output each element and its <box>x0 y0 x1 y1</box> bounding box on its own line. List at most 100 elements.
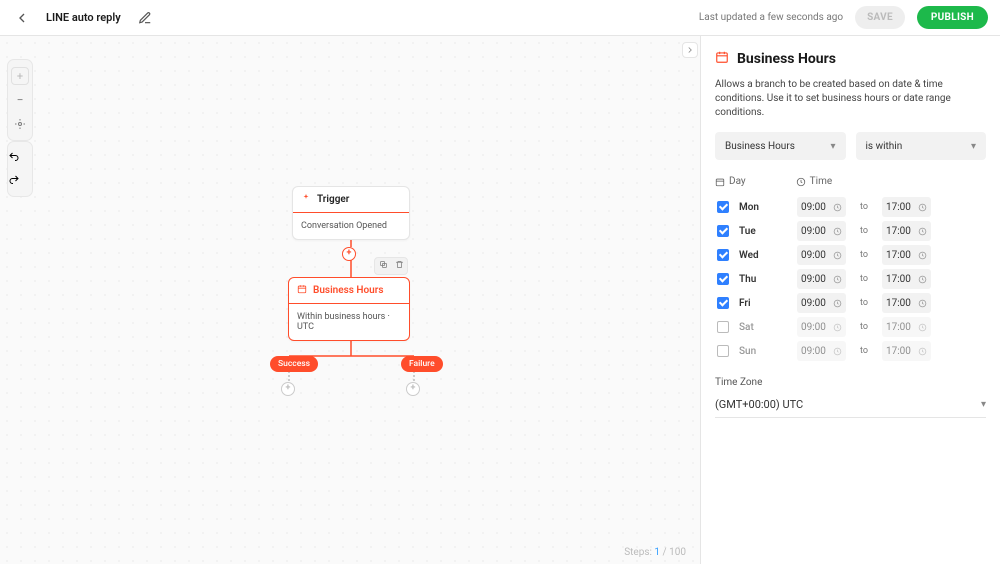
redo-button[interactable] <box>8 171 32 190</box>
calendar-icon <box>715 50 729 68</box>
day-checkbox[interactable] <box>717 249 729 261</box>
node-bh-body: Within business hours · UTC <box>289 304 409 340</box>
to-label: to <box>860 202 868 212</box>
time-to[interactable]: 17:00 <box>882 245 931 265</box>
day-row: Tue 09:00 to 17:00 <box>717 219 986 243</box>
branch-failure[interactable]: Failure <box>401 356 443 372</box>
canvas-toolbar-history <box>8 142 32 196</box>
last-updated: Last updated a few seconds ago <box>699 12 843 23</box>
day-checkbox[interactable] <box>717 201 729 213</box>
type-select[interactable]: Business Hours ▾ <box>715 132 846 160</box>
day-row: Mon 09:00 to 17:00 <box>717 195 986 219</box>
steps-sep: / <box>663 547 667 558</box>
timezone-label: Time Zone <box>715 377 986 388</box>
to-label: to <box>860 226 868 236</box>
spark-icon <box>301 193 311 206</box>
back-icon[interactable] <box>12 8 32 28</box>
steps-prefix: Steps: <box>624 547 652 558</box>
to-label: to <box>860 250 868 260</box>
condition-select[interactable]: is within ▾ <box>856 132 987 160</box>
time-to[interactable]: 17:00 <box>882 317 931 337</box>
day-label: Sun <box>739 346 767 357</box>
time-to[interactable]: 17:00 <box>882 269 931 289</box>
day-label: Fri <box>739 298 767 309</box>
branch-success[interactable]: Success <box>270 356 318 372</box>
day-row: Sat09:00to17:00 <box>717 315 986 339</box>
copy-icon[interactable] <box>379 260 388 272</box>
day-label: Tue <box>739 226 767 237</box>
condition-selects: Business Hours ▾ is within ▾ <box>715 132 986 160</box>
add-after-failure[interactable]: + <box>406 382 420 396</box>
add-step-button[interactable]: + <box>342 247 356 261</box>
day-checkbox[interactable] <box>717 273 729 285</box>
day-time-header: Day Time <box>715 176 986 187</box>
chevron-down-icon: ▾ <box>971 141 976 152</box>
trash-icon[interactable] <box>395 260 404 272</box>
node-trigger-title: Trigger <box>317 194 349 205</box>
panel-title-text: Business Hours <box>737 51 836 67</box>
type-select-value: Business Hours <box>725 141 795 152</box>
workflow-canvas[interactable]: + − <box>0 36 700 564</box>
zoom-out-button[interactable]: − <box>8 90 32 110</box>
to-label: to <box>860 346 868 356</box>
day-column-header: Day <box>715 176 746 187</box>
time-from[interactable]: 09:00 <box>797 221 846 241</box>
day-row: Thu 09:00 to 17:00 <box>717 267 986 291</box>
node-bh-header: Business Hours <box>289 278 409 304</box>
fit-button[interactable] <box>8 114 32 134</box>
calendar-icon <box>297 284 307 297</box>
publish-button[interactable]: PUBLISH <box>917 6 988 29</box>
edit-icon[interactable] <box>135 8 155 28</box>
time-to[interactable]: 17:00 <box>882 293 931 313</box>
days-list: Mon 09:00 to 17:00 Tue 09:00 to 17:00 Wed 09:00 to… <box>717 195 986 363</box>
day-checkbox[interactable] <box>717 321 729 333</box>
time-from[interactable]: 09:00 <box>797 245 846 265</box>
inspector-panel: Business Hours Allows a branch to be cre… <box>700 36 1000 564</box>
node-actions <box>374 257 408 275</box>
save-button[interactable]: SAVE <box>855 6 905 29</box>
day-label: Thu <box>739 274 767 285</box>
day-checkbox[interactable] <box>717 297 729 309</box>
main: + − <box>0 36 1000 564</box>
day-checkbox[interactable] <box>717 225 729 237</box>
timezone-select[interactable]: (GMT+00:00) UTC ▾ <box>715 394 986 418</box>
node-trigger[interactable]: Trigger Conversation Opened <box>292 186 410 240</box>
canvas-toolbar: + − <box>8 60 32 140</box>
day-row: Wed 09:00 to 17:00 <box>717 243 986 267</box>
timezone-value: (GMT+00:00) UTC <box>715 398 803 411</box>
time-to[interactable]: 17:00 <box>882 197 931 217</box>
panel-title: Business Hours <box>715 50 986 68</box>
steps-counter: Steps: 1 / 100 <box>624 547 686 558</box>
day-label: Mon <box>739 202 767 213</box>
chevron-down-icon: ▾ <box>981 399 986 410</box>
to-label: to <box>860 322 868 332</box>
day-label: Wed <box>739 250 767 261</box>
to-label: to <box>860 274 868 284</box>
steps-total: 100 <box>669 547 686 558</box>
time-from[interactable]: 09:00 <box>797 293 846 313</box>
time-column-header: Time <box>796 176 832 187</box>
add-after-success[interactable]: + <box>281 382 295 396</box>
node-trigger-body: Conversation Opened <box>293 213 409 239</box>
day-checkbox[interactable] <box>717 345 729 357</box>
to-label: to <box>860 298 868 308</box>
steps-current: 1 <box>654 547 660 558</box>
time-from[interactable]: 09:00 <box>797 341 846 361</box>
node-trigger-header: Trigger <box>293 187 409 213</box>
zoom-in-button[interactable]: + <box>8 66 32 86</box>
day-row: Fri 09:00 to 17:00 <box>717 291 986 315</box>
chevron-down-icon: ▾ <box>830 141 835 152</box>
time-to[interactable]: 17:00 <box>882 221 931 241</box>
collapse-panel-button[interactable] <box>682 42 698 58</box>
time-from[interactable]: 09:00 <box>797 197 846 217</box>
app-header: LINE auto reply Last updated a few secon… <box>0 0 1000 36</box>
node-bh-title: Business Hours <box>313 285 383 296</box>
time-from[interactable]: 09:00 <box>797 317 846 337</box>
page-title: LINE auto reply <box>46 11 121 24</box>
day-row: Sun 09:00 to 17:00 <box>717 339 986 363</box>
node-business-hours[interactable]: Business Hours Within business hours · U… <box>288 277 410 341</box>
condition-select-value: is within <box>866 141 903 152</box>
time-to[interactable]: 17:00 <box>882 341 931 361</box>
undo-button[interactable] <box>8 148 32 167</box>
time-from[interactable]: 09:00 <box>797 269 846 289</box>
